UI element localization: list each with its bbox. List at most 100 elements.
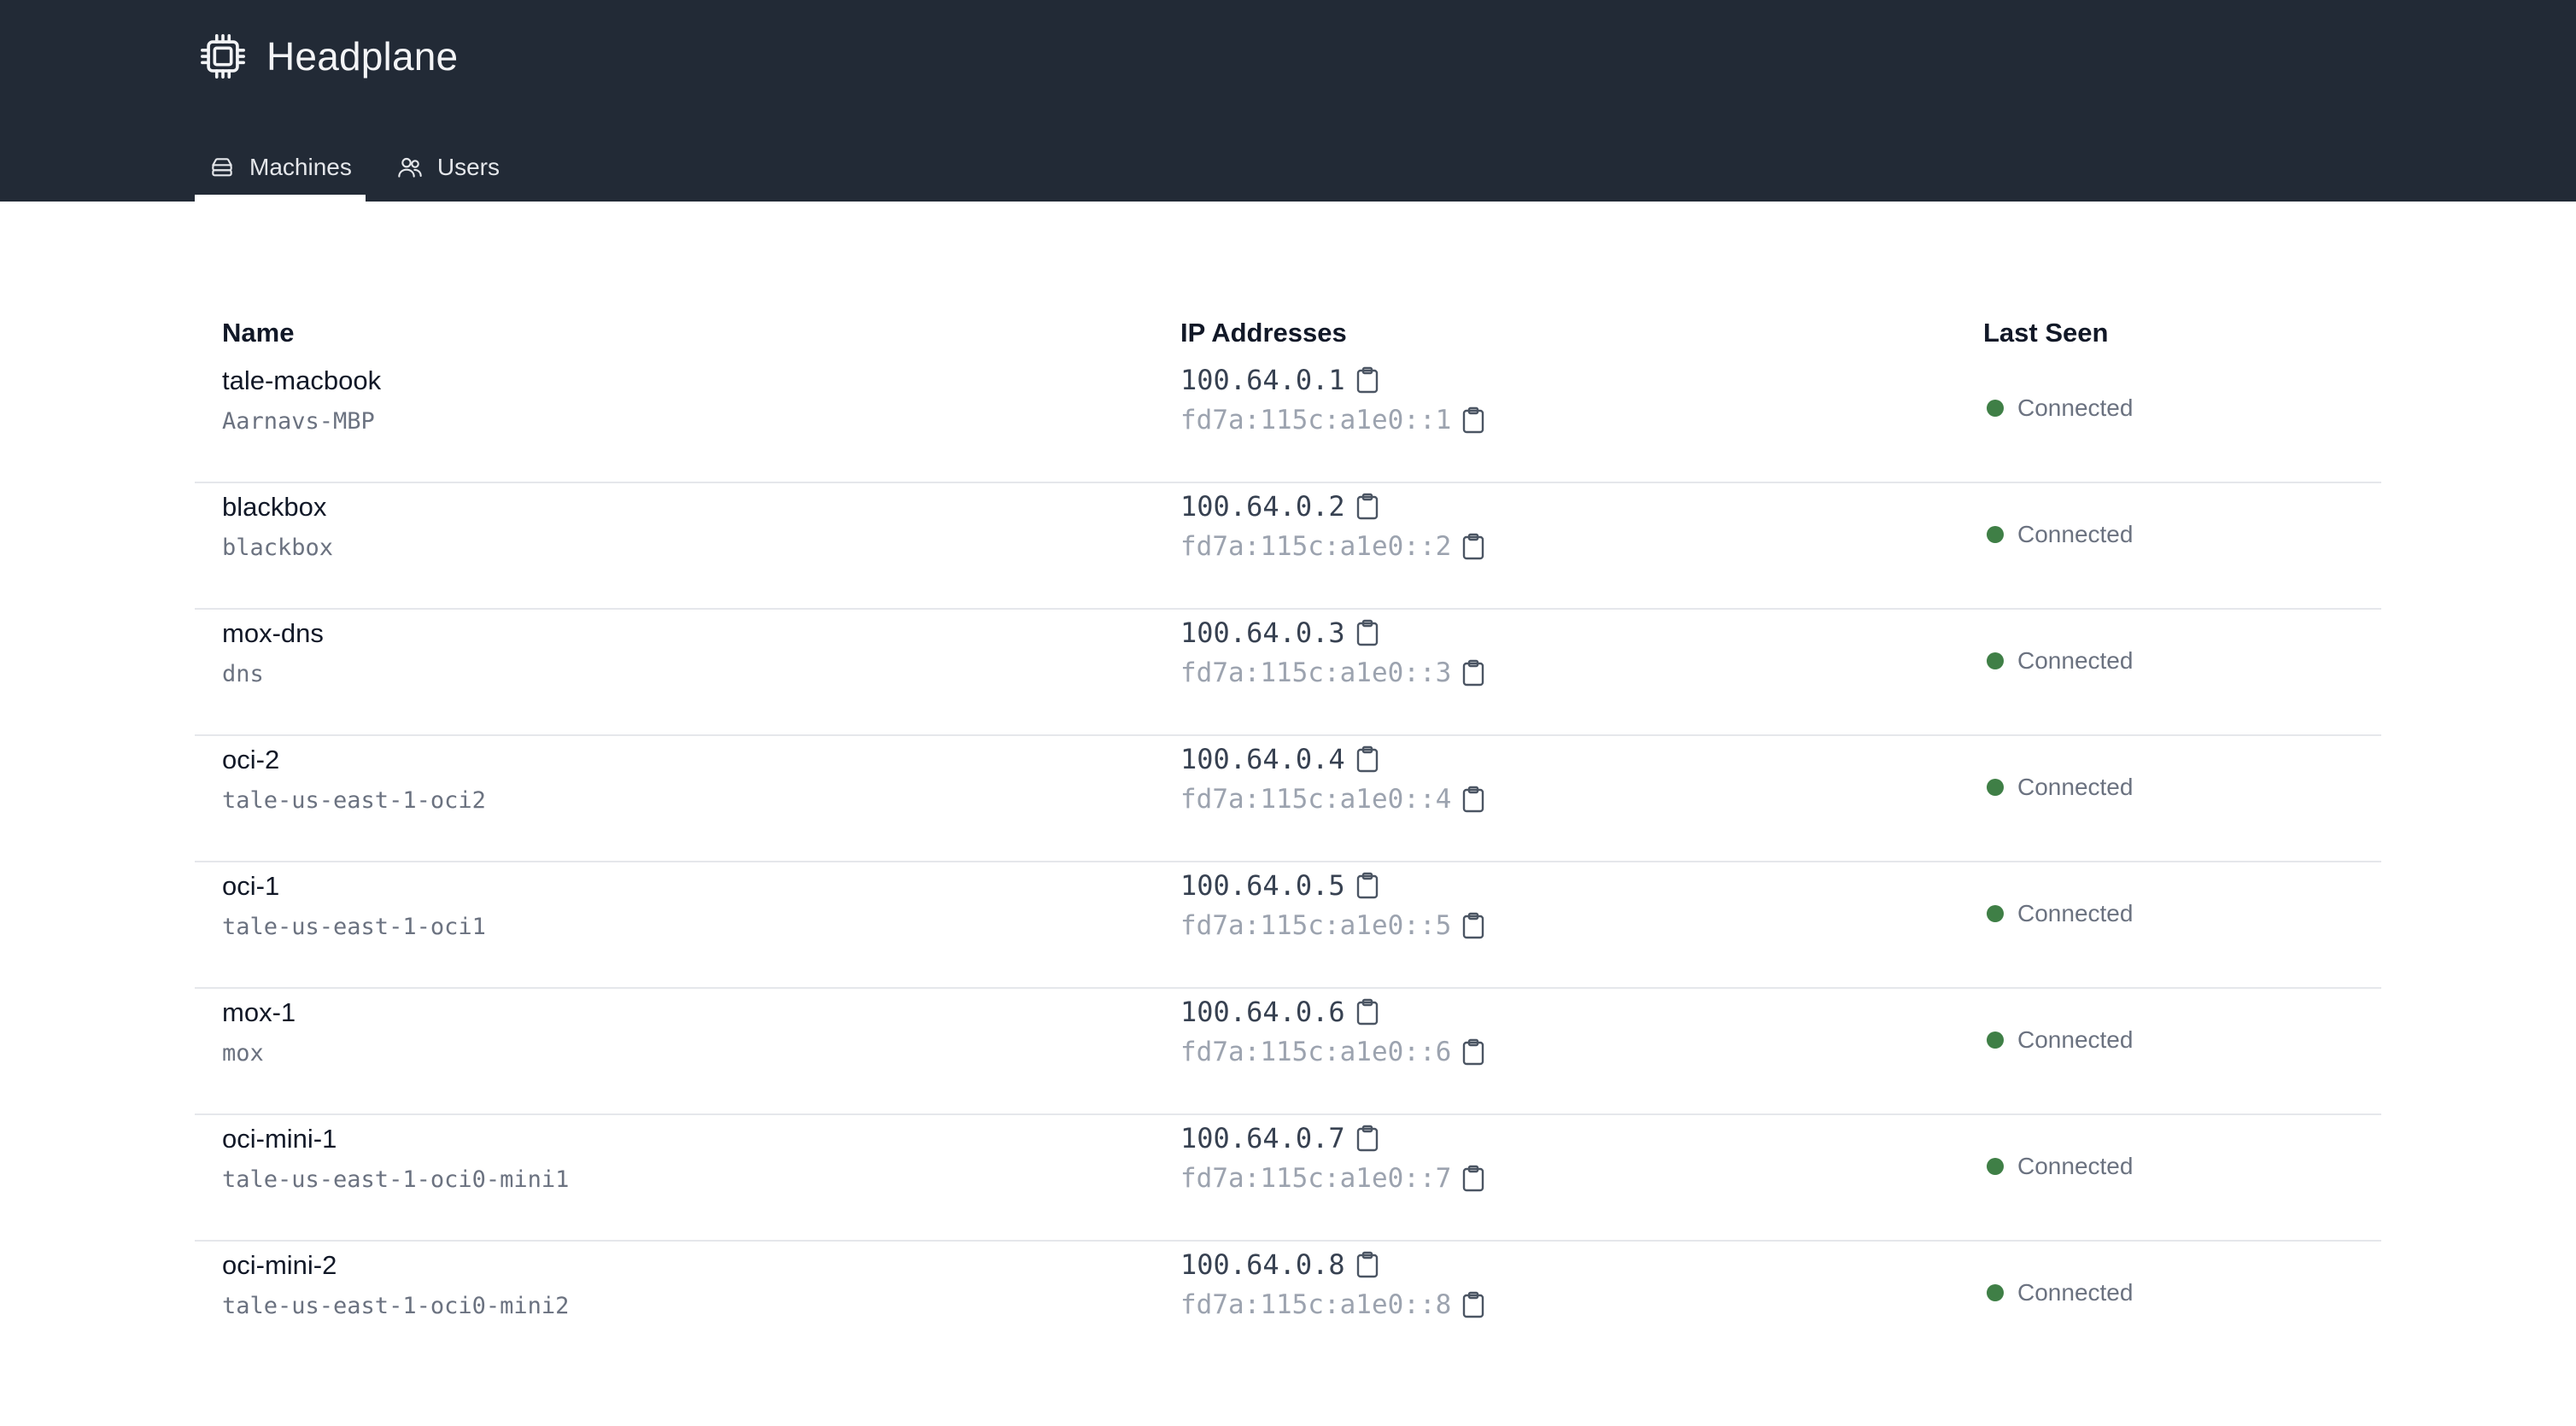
clipboard-icon[interactable]: [1355, 1125, 1379, 1152]
tab-users-label: Users: [436, 154, 500, 180]
nav-tabs: Machines Users: [195, 140, 530, 202]
brand: Headplane: [198, 31, 458, 82]
clipboard-icon[interactable]: [1355, 998, 1379, 1026]
tab-machines-label: Machines: [249, 154, 352, 180]
status-text: Connected: [2017, 900, 2134, 926]
column-header-last-seen: Last Seen: [1983, 318, 2109, 348]
tab-users[interactable]: Users: [383, 140, 513, 202]
host-name: mox: [222, 1040, 264, 1067]
status-dot: [1987, 779, 2004, 796]
column-header-name: Name: [222, 318, 295, 348]
ipv6-address: fd7a:115c:a1e0::6: [1180, 1037, 1485, 1067]
ipv4-address: 100.64.0.5: [1180, 869, 1379, 902]
status-badge: Connected: [1987, 1153, 2133, 1180]
ipv6-address: fd7a:115c:a1e0::4: [1180, 784, 1485, 815]
status-dot: [1987, 1158, 2004, 1175]
machines-table: Name IP Addresses Last Seen tale-macbook…: [195, 307, 2381, 1366]
host-name: tale-us-east-1-oci0-mini1: [222, 1166, 570, 1193]
clipboard-icon[interactable]: [1461, 786, 1485, 813]
table-row[interactable]: oci-mini-2 tale-us-east-1-oci0-mini2 100…: [195, 1242, 2381, 1366]
machine-name: oci-mini-2: [222, 1250, 337, 1280]
clipboard-icon[interactable]: [1355, 745, 1379, 773]
ipv4-text: 100.64.0.2: [1180, 490, 1345, 523]
ipv6-address: fd7a:115c:a1e0::7: [1180, 1163, 1485, 1194]
ipv6-text: fd7a:115c:a1e0::7: [1180, 1163, 1452, 1194]
table-header: Name IP Addresses Last Seen: [195, 307, 2381, 357]
clipboard-icon[interactable]: [1461, 533, 1485, 560]
clipboard-icon[interactable]: [1355, 366, 1379, 394]
status-dot: [1987, 905, 2004, 922]
host-name: tale-us-east-1-oci0-mini2: [222, 1293, 570, 1319]
status-badge: Connected: [1987, 1279, 2133, 1306]
clipboard-icon[interactable]: [1461, 1291, 1485, 1318]
status-dot: [1987, 1284, 2004, 1301]
status-dot: [1987, 400, 2004, 417]
status-text: Connected: [2017, 774, 2134, 800]
app-header: Headplane Machines Users: [0, 0, 2576, 202]
table-row[interactable]: oci-1 tale-us-east-1-oci1 100.64.0.5 fd7…: [195, 862, 2381, 989]
status-badge: Connected: [1987, 900, 2133, 927]
host-name: tale-us-east-1-oci1: [222, 914, 486, 940]
status-badge: Connected: [1987, 1026, 2133, 1054]
clipboard-icon[interactable]: [1461, 659, 1485, 687]
status-text: Connected: [2017, 1153, 2134, 1179]
ipv6-text: fd7a:115c:a1e0::6: [1180, 1037, 1452, 1067]
ipv4-text: 100.64.0.1: [1180, 364, 1345, 396]
machine-name: mox-1: [222, 997, 296, 1027]
server-icon: [212, 158, 232, 177]
status-text: Connected: [2017, 1279, 2134, 1306]
status-badge: Connected: [1987, 774, 2133, 801]
table-body: tale-macbook Aarnavs-MBP 100.64.0.1 fd7a…: [195, 357, 2381, 1366]
machine-name: tale-macbook: [222, 365, 382, 395]
clipboard-icon[interactable]: [1355, 619, 1379, 646]
status-dot: [1987, 652, 2004, 669]
ipv4-text: 100.64.0.4: [1180, 743, 1345, 775]
machine-name: oci-1: [222, 871, 280, 901]
clipboard-icon[interactable]: [1355, 1251, 1379, 1278]
clipboard-icon[interactable]: [1461, 1038, 1485, 1066]
machine-name: mox-dns: [222, 618, 324, 648]
ipv6-text: fd7a:115c:a1e0::2: [1180, 531, 1452, 562]
host-name: blackbox: [222, 535, 334, 561]
table-row[interactable]: tale-macbook Aarnavs-MBP 100.64.0.1 fd7a…: [195, 357, 2381, 483]
clipboard-icon[interactable]: [1461, 1165, 1485, 1192]
ipv4-address: 100.64.0.1: [1180, 364, 1379, 396]
ipv6-address: fd7a:115c:a1e0::8: [1180, 1289, 1485, 1320]
status-badge: Connected: [1987, 521, 2133, 548]
clipboard-icon[interactable]: [1461, 912, 1485, 939]
machine-name: blackbox: [222, 492, 327, 522]
machine-name: oci-2: [222, 745, 280, 774]
status-text: Connected: [2017, 647, 2134, 674]
ipv4-address: 100.64.0.8: [1180, 1248, 1379, 1281]
ipv6-text: fd7a:115c:a1e0::3: [1180, 657, 1452, 688]
ipv6-address: fd7a:115c:a1e0::1: [1180, 405, 1485, 435]
status-text: Connected: [2017, 394, 2134, 421]
tab-machines[interactable]: Machines: [195, 140, 366, 202]
host-name: Aarnavs-MBP: [222, 408, 375, 435]
ipv4-address: 100.64.0.3: [1180, 617, 1379, 649]
ipv6-text: fd7a:115c:a1e0::1: [1180, 405, 1452, 435]
host-name: tale-us-east-1-oci2: [222, 787, 486, 814]
clipboard-icon[interactable]: [1355, 872, 1379, 899]
table-row[interactable]: oci-mini-1 tale-us-east-1-oci0-mini1 100…: [195, 1115, 2381, 1242]
status-badge: Connected: [1987, 394, 2133, 422]
status-badge: Connected: [1987, 647, 2133, 675]
table-row[interactable]: mox-1 mox 100.64.0.6 fd7a:115c:a1e0::6 C…: [195, 989, 2381, 1115]
clipboard-icon[interactable]: [1355, 493, 1379, 520]
status-dot: [1987, 1032, 2004, 1049]
table-row[interactable]: mox-dns dns 100.64.0.3 fd7a:115c:a1e0::3…: [195, 610, 2381, 736]
ipv4-text: 100.64.0.8: [1180, 1248, 1345, 1281]
ipv4-text: 100.64.0.3: [1180, 617, 1345, 649]
ipv4-text: 100.64.0.7: [1180, 1122, 1345, 1154]
ipv4-address: 100.64.0.6: [1180, 996, 1379, 1028]
machine-name: oci-mini-1: [222, 1124, 337, 1154]
ipv6-text: fd7a:115c:a1e0::4: [1180, 784, 1452, 815]
table-row[interactable]: oci-2 tale-us-east-1-oci2 100.64.0.4 fd7…: [195, 736, 2381, 862]
clipboard-icon[interactable]: [1461, 406, 1485, 434]
table-row[interactable]: blackbox blackbox 100.64.0.2 fd7a:115c:a…: [195, 483, 2381, 610]
ipv6-text: fd7a:115c:a1e0::5: [1180, 910, 1452, 941]
ipv4-address: 100.64.0.2: [1180, 490, 1379, 523]
cpu-chip-icon: [201, 34, 245, 79]
status-dot: [1987, 526, 2004, 543]
app-title: Headplane: [266, 34, 459, 79]
